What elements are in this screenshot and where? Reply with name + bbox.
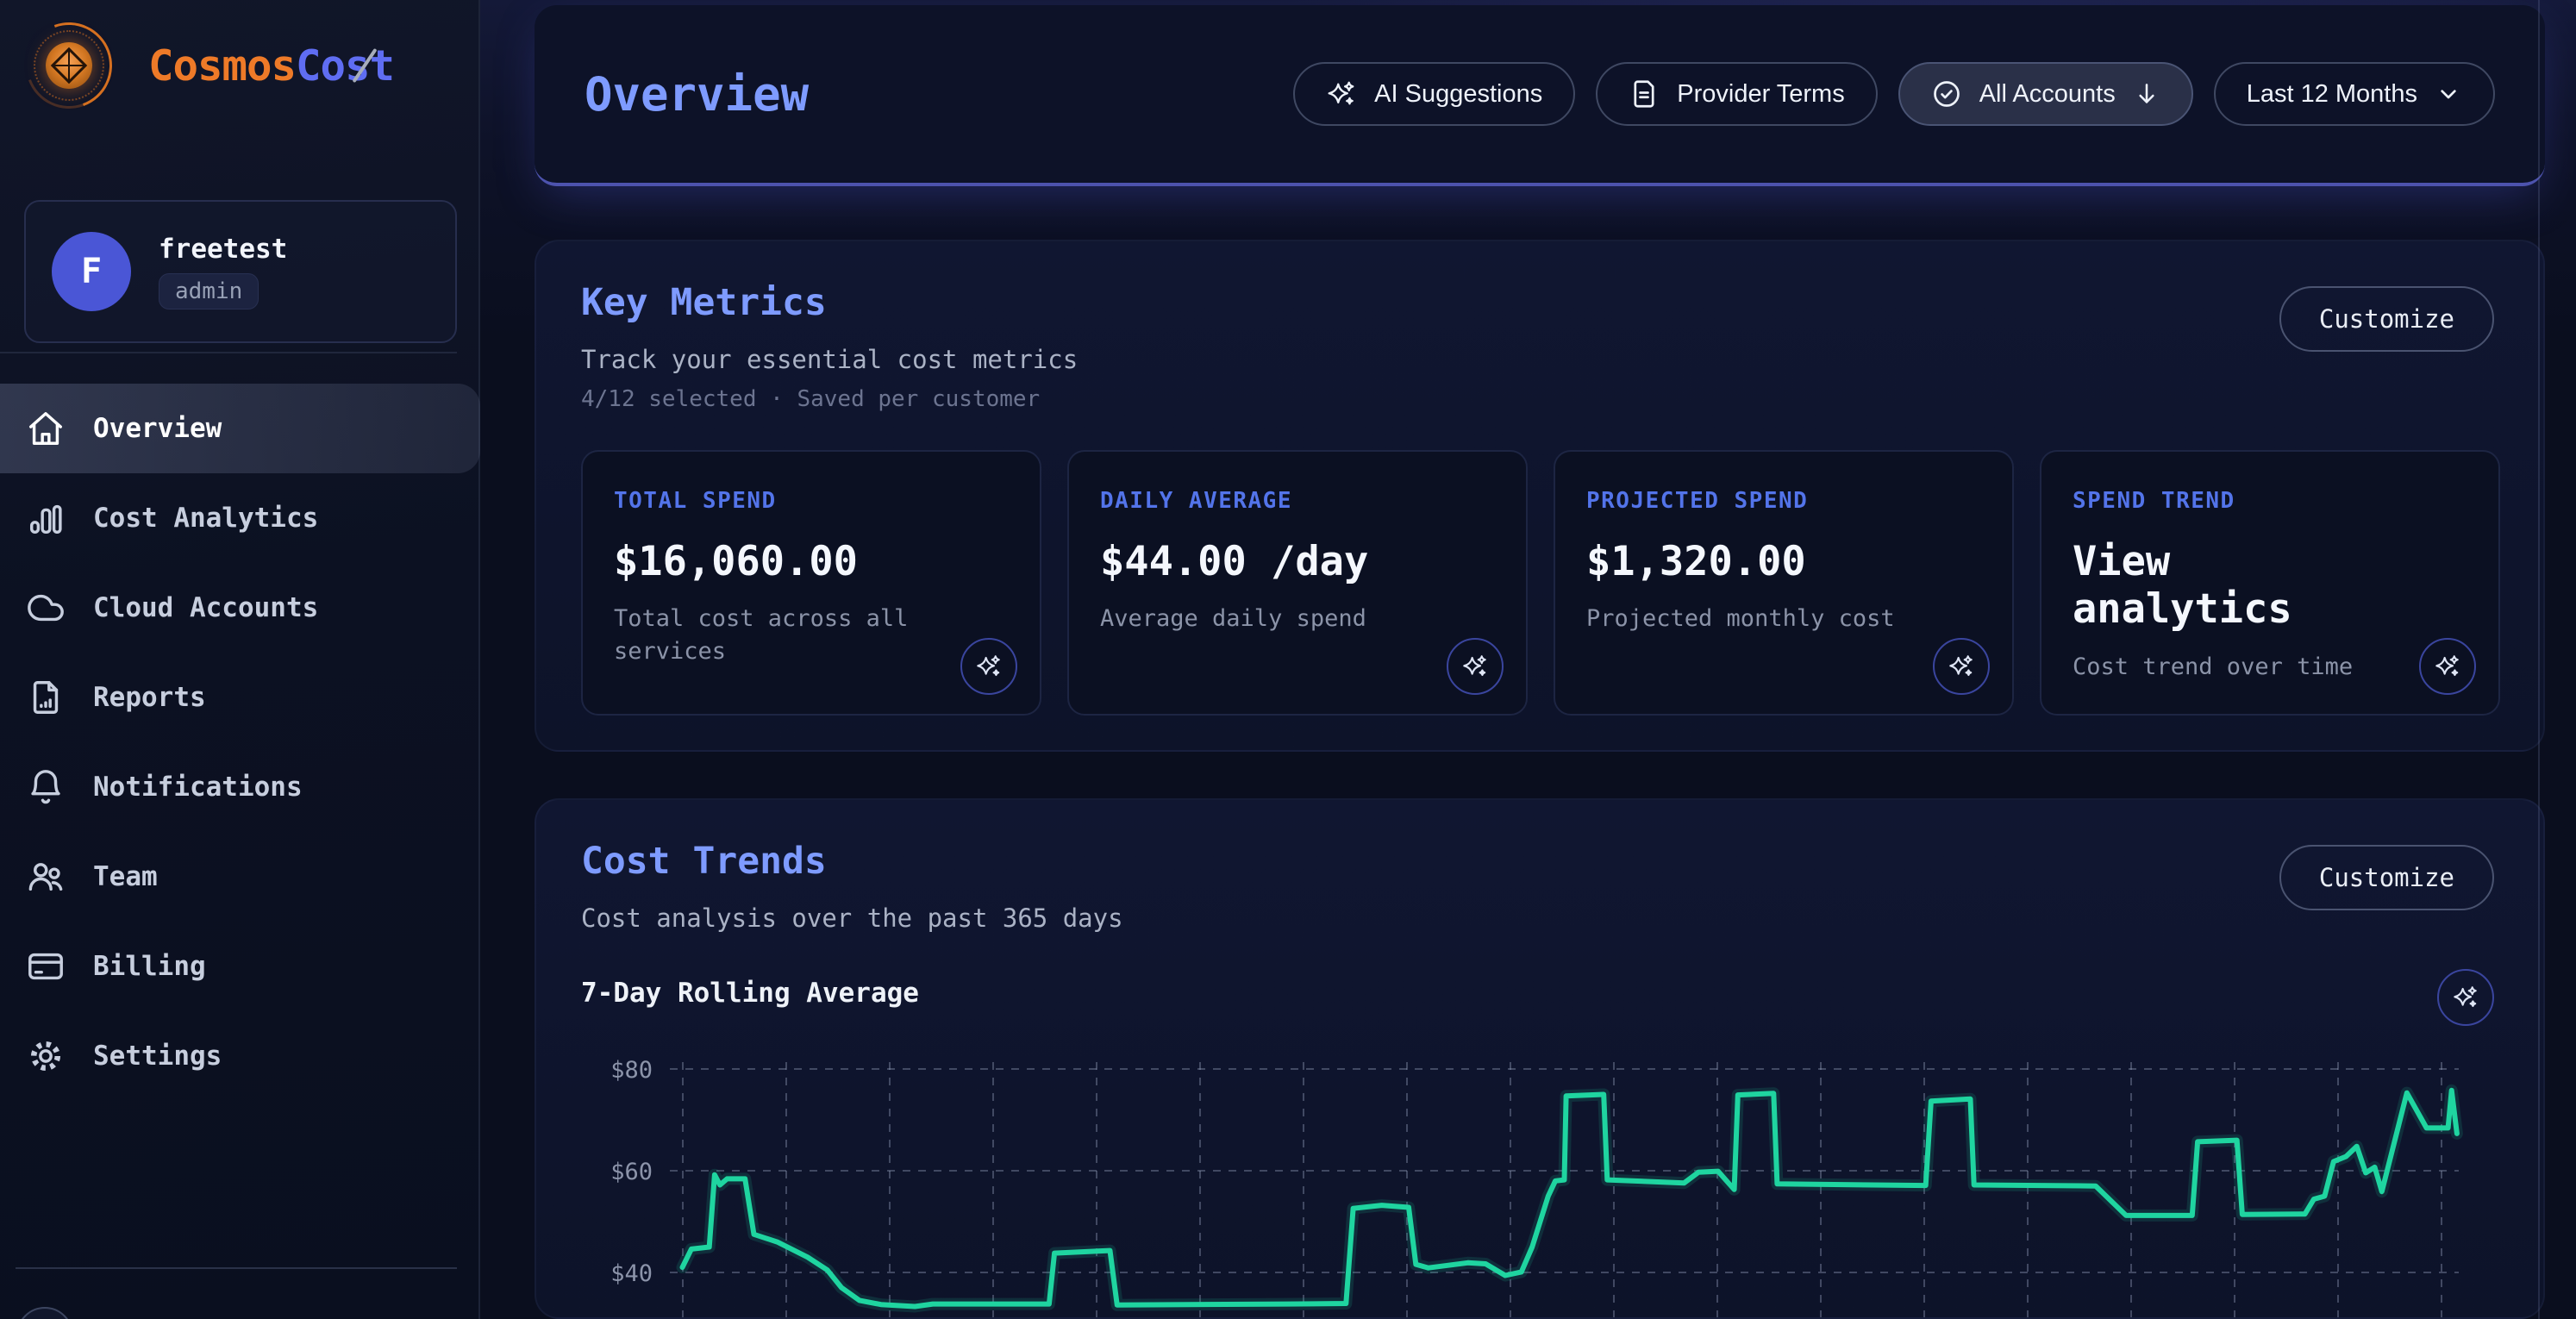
document-icon — [1629, 78, 1660, 109]
svg-text:$60: $60 — [610, 1159, 653, 1185]
sparkles-icon — [1948, 653, 1975, 680]
sparkles-icon — [2452, 984, 2479, 1011]
scrollbar[interactable] — [2538, 0, 2540, 1319]
brand-name: CosmosCost — [148, 41, 394, 91]
ai-suggestions-label: AI Suggestions — [1374, 80, 1542, 109]
page-header: Overview AI Suggestions Provider Terms A… — [535, 5, 2545, 186]
provider-terms-button[interactable]: Provider Terms — [1596, 62, 1877, 126]
sidebar-item-notifications[interactable]: Notifications — [0, 742, 480, 832]
sidebar-item-label: Team — [93, 861, 158, 892]
credit-card-icon — [26, 947, 66, 986]
metric-cards-row: TOTAL SPEND $16,060.00 Total cost across… — [581, 450, 2500, 716]
metric-card-spend-trend: SPEND TREND View analytics Cost trend ov… — [2040, 450, 2500, 716]
metric-ai-button[interactable] — [1933, 638, 1990, 695]
sidebar-footer-button[interactable] — [16, 1307, 73, 1319]
main-content: Overview AI Suggestions Provider Terms A… — [480, 0, 2576, 1319]
metric-card-daily-average: DAILY AVERAGE $44.00 /day Average daily … — [1067, 450, 1528, 716]
sidebar-divider — [0, 352, 457, 353]
bar-chart-icon — [26, 498, 66, 538]
page-title: Overview — [585, 67, 809, 122]
metric-ai-button[interactable] — [960, 638, 1017, 695]
metric-label: SPEND TREND — [2073, 488, 2467, 514]
date-range-button[interactable]: Last 12 Months — [2214, 62, 2495, 126]
home-icon — [26, 409, 66, 448]
key-metrics-section: Key Metrics Track your essential cost me… — [535, 240, 2545, 752]
sparkles-icon — [2434, 653, 2461, 680]
sidebar-item-label: Cloud Accounts — [93, 592, 318, 623]
arrow-down-icon — [2133, 80, 2160, 108]
ai-suggestions-button[interactable]: AI Suggestions — [1293, 62, 1575, 126]
metric-card-projected-spend: PROJECTED SPEND $1,320.00 Projected mont… — [1554, 450, 2014, 716]
sidebar-item-label: Overview — [93, 413, 222, 444]
key-metrics-subtitle: Track your essential cost metrics — [581, 345, 2498, 374]
user-name: freetest — [159, 234, 287, 265]
date-range-label: Last 12 Months — [2247, 80, 2417, 109]
key-metrics-meta: 4/12 selected · Saved per customer — [581, 386, 2498, 412]
check-circle-icon — [1931, 78, 1962, 109]
metric-value: $1,320.00 — [1586, 538, 1871, 585]
cost-trends-title: Cost Trends — [581, 840, 2498, 883]
rolling-average-chart: $80 $60 $40 — [581, 1031, 2502, 1319]
metric-label: DAILY AVERAGE — [1100, 488, 1495, 514]
file-chart-icon — [26, 678, 66, 717]
chart-ai-button[interactable] — [2437, 969, 2494, 1026]
cost-trends-customize-button[interactable]: Customize — [2279, 845, 2494, 910]
sparkles-icon — [975, 653, 1003, 680]
avatar: F — [52, 232, 131, 311]
provider-terms-label: Provider Terms — [1677, 80, 1844, 109]
key-metrics-title: Key Metrics — [581, 281, 2498, 324]
metric-label: TOTAL SPEND — [614, 488, 1009, 514]
sidebar-item-label: Settings — [93, 1041, 222, 1072]
sidebar: CosmosCost F freetest admin Overview Cos… — [0, 0, 480, 1319]
chart-title-row: 7-Day Rolling Average — [581, 978, 2494, 1009]
sidebar-item-billing[interactable]: Billing — [0, 922, 480, 1011]
metric-value: $16,060.00 — [614, 538, 898, 585]
brand: CosmosCost — [0, 0, 478, 131]
all-accounts-button[interactable]: All Accounts — [1898, 62, 2193, 126]
key-metrics-customize-button[interactable]: Customize — [2279, 286, 2494, 352]
sidebar-footer-divider — [16, 1267, 457, 1269]
user-profile-card[interactable]: F freetest admin — [24, 200, 457, 343]
metric-description: Cost trend over time — [2073, 651, 2428, 684]
sidebar-item-label: Notifications — [93, 772, 303, 803]
sidebar-item-reports[interactable]: Reports — [0, 653, 480, 742]
users-icon — [26, 857, 66, 897]
sidebar-item-label: Cost Analytics — [93, 503, 318, 534]
svg-text:$40: $40 — [610, 1260, 653, 1287]
metric-card-total-spend: TOTAL SPEND $16,060.00 Total cost across… — [581, 450, 1041, 716]
metric-value: $44.00 /day — [1100, 538, 1385, 585]
metric-ai-button[interactable] — [1447, 638, 1504, 695]
chevron-down-icon — [2435, 80, 2462, 108]
metric-description: Total cost across all services — [614, 603, 969, 668]
metric-label: PROJECTED SPEND — [1586, 488, 1981, 514]
bell-icon — [26, 767, 66, 807]
svg-text:$80: $80 — [610, 1057, 653, 1084]
user-role-badge: admin — [159, 273, 259, 309]
sidebar-item-cloud-accounts[interactable]: Cloud Accounts — [0, 563, 480, 653]
header-actions: AI Suggestions Provider Terms All Accoun… — [1293, 62, 2495, 126]
sidebar-item-settings[interactable]: Settings — [0, 1011, 480, 1101]
sidebar-nav: Overview Cost Analytics Cloud Accounts R… — [0, 384, 480, 1101]
sidebar-item-overview[interactable]: Overview — [0, 384, 480, 473]
sidebar-item-label: Billing — [93, 951, 206, 982]
chart-title: 7-Day Rolling Average — [581, 978, 919, 1009]
cost-trends-section: Cost Trends Cost analysis over the past … — [535, 798, 2545, 1319]
metric-description: Projected monthly cost — [1586, 603, 1941, 635]
sidebar-item-label: Reports — [93, 682, 206, 713]
gear-icon — [26, 1036, 66, 1076]
cosmoscost-logo-icon — [22, 19, 116, 112]
sparkles-icon — [1326, 78, 1357, 109]
sidebar-item-cost-analytics[interactable]: Cost Analytics — [0, 473, 480, 563]
metric-description: Average daily spend — [1100, 603, 1455, 635]
cost-trends-subtitle: Cost analysis over the past 365 days — [581, 903, 2498, 933]
sidebar-item-team[interactable]: Team — [0, 832, 480, 922]
all-accounts-label: All Accounts — [1979, 80, 2116, 109]
metric-ai-button[interactable] — [2419, 638, 2476, 695]
metric-value: View analytics — [2073, 538, 2357, 634]
sparkles-icon — [1461, 653, 1489, 680]
cloud-icon — [26, 588, 66, 628]
